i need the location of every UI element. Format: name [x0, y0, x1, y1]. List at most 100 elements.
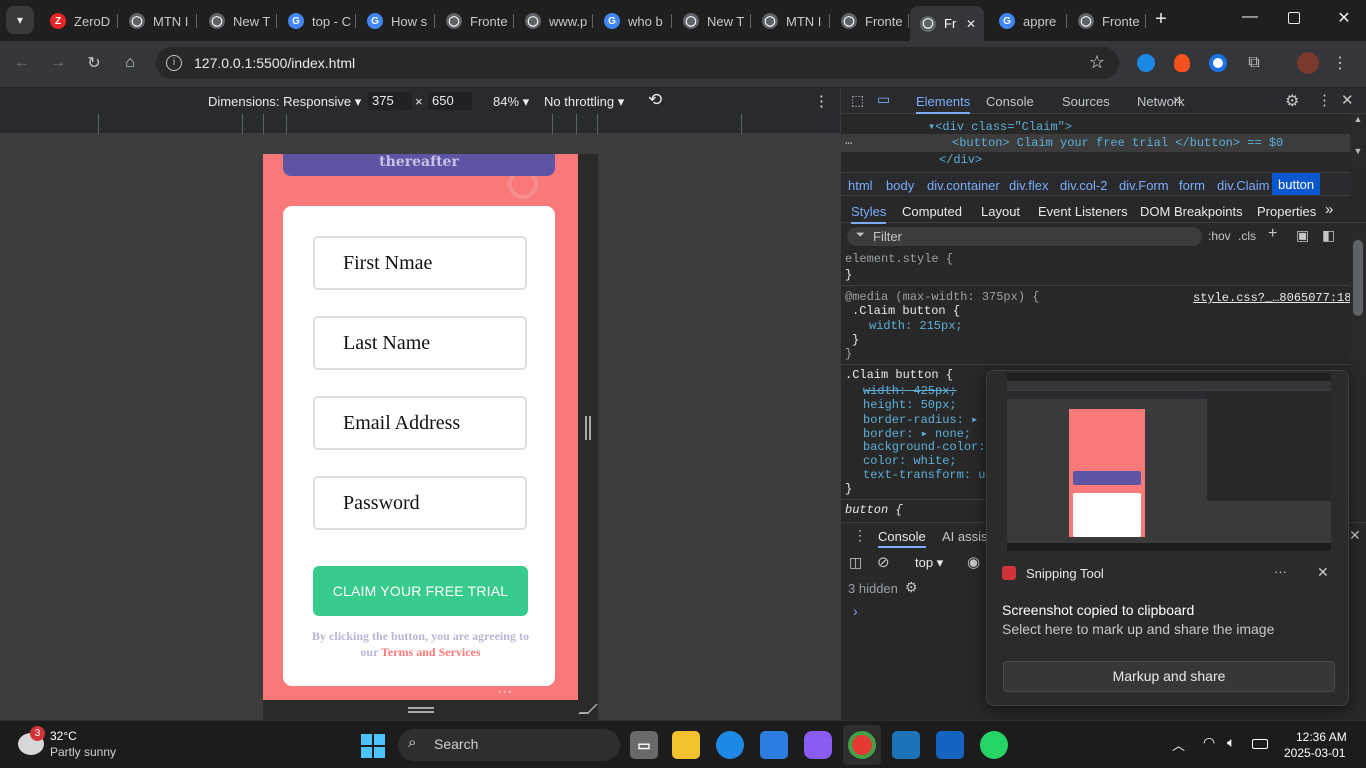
tab-console[interactable]: Console — [986, 94, 1034, 109]
browser-tab[interactable]: ◯ Fronte — [831, 8, 909, 34]
toast-close-icon[interactable]: ✕ — [1317, 564, 1329, 581]
show-hidden-icons-chevron-icon[interactable]: ︿ — [1172, 735, 1185, 754]
email-field[interactable]: Email Address — [313, 396, 527, 450]
task-view-icon[interactable]: ▭ — [630, 731, 658, 759]
close-devtools-icon[interactable]: ✕ — [1341, 91, 1354, 109]
tab-elements[interactable]: Elements — [916, 94, 971, 114]
taskbar-search-box[interactable]: ⌕ Search — [398, 729, 620, 761]
devtools-menu-icon[interactable]: ⋮ — [1317, 91, 1332, 109]
browser-tab[interactable]: ◯ New T — [673, 8, 751, 34]
toast-more-options-icon[interactable]: ··· — [1274, 564, 1287, 579]
settings-gear-icon[interactable]: ⚙ — [1285, 91, 1299, 111]
browser-tab[interactable]: Gwho b — [594, 8, 672, 34]
inspect-element-icon[interactable]: ⬚ — [851, 92, 864, 109]
close-tab-icon[interactable]: ✕ — [966, 17, 976, 31]
cls-toggle[interactable]: .cls — [1238, 229, 1256, 243]
maximize-button[interactable] — [1288, 12, 1300, 24]
edge-icon[interactable] — [716, 731, 744, 759]
wifi-icon[interactable]: ◠ — [1203, 734, 1215, 751]
width-215-declaration[interactable]: width: 215px; — [869, 319, 963, 333]
throttle-dropdown[interactable]: No throttling ▾ — [544, 94, 624, 110]
microsoft-store-icon[interactable] — [760, 731, 788, 759]
start-windows-icon[interactable] — [361, 734, 385, 758]
tab-dom-breakpoints[interactable]: DOM Breakpoints — [1140, 204, 1243, 219]
browser-tab[interactable]: G How s — [357, 8, 435, 34]
text-transform-declaration[interactable]: text-transform: upp — [863, 468, 1000, 482]
claim-free-trial-button[interactable]: CLAIM YOUR FREE TRIAL — [313, 566, 528, 616]
dom-scrollbar[interactable]: ▲ ▼ — [1350, 114, 1366, 170]
resize-handle-right[interactable] — [578, 154, 598, 720]
claim-button-selector-2[interactable]: .Claim button { — [845, 368, 953, 382]
tab-layout[interactable]: Layout — [981, 204, 1020, 219]
screenshot-thumbnail[interactable] — [1007, 373, 1331, 551]
media-query-ruler[interactable] — [0, 114, 840, 134]
breadcrumb-body[interactable]: body — [886, 178, 914, 193]
home-icon[interactable]: ⌂ — [118, 51, 142, 75]
dom-node-close-div[interactable]: </div> — [939, 153, 982, 167]
tab-computed[interactable]: Computed — [902, 204, 962, 219]
dom-node-button[interactable]: <button> Claim your free trial </button>… — [952, 136, 1283, 150]
tab-properties[interactable]: Properties — [1257, 204, 1316, 219]
breadcrumb-html[interactable]: html — [848, 178, 873, 193]
breadcrumb-claim[interactable]: div.Claim — [1217, 178, 1270, 193]
breadcrumb-form-div[interactable]: div.Form — [1119, 178, 1169, 193]
browser-tab[interactable]: Gappre — [989, 8, 1067, 34]
profile-avatar[interactable] — [1297, 52, 1319, 74]
height-declaration[interactable]: height: 50px; — [863, 398, 957, 412]
drawer-menu-icon[interactable]: ⋮ — [853, 527, 867, 544]
border-radius-declaration[interactable]: border-radius: ▸ 10 — [863, 412, 1000, 427]
volume-icon[interactable]: 🔈︎ — [1227, 734, 1235, 751]
dom-node-claim-div[interactable]: ▾<div class="Claim"> — [928, 119, 1072, 134]
extension-icon[interactable] — [1174, 54, 1190, 72]
browser-tab[interactable]: ◯ www.p — [515, 8, 593, 34]
password-field[interactable]: Password — [313, 476, 527, 530]
device-toggle-icon[interactable]: ▭ — [877, 91, 890, 108]
browser-tab[interactable]: ◯ Fronte — [1068, 8, 1146, 34]
extension-icon[interactable] — [1209, 54, 1227, 72]
first-name-field[interactable]: First Nmae — [313, 236, 527, 290]
height-input[interactable]: 650 — [428, 92, 472, 110]
chrome-icon[interactable] — [848, 731, 876, 759]
color-declaration[interactable]: color: white; — [863, 454, 957, 468]
weather-temperature[interactable]: 32°C — [50, 729, 77, 743]
rotate-icon[interactable]: ⟲ — [648, 90, 662, 110]
styles-scrollbar[interactable] — [1350, 232, 1366, 520]
breadcrumb-button[interactable]: button — [1272, 173, 1321, 195]
reload-icon[interactable]: ↻ — [82, 51, 106, 75]
weather-condition[interactable]: Partly sunny — [50, 745, 116, 759]
border-declaration[interactable]: border: ▸ none; — [863, 426, 971, 441]
file-explorer-icon[interactable] — [672, 731, 700, 759]
browser-tab[interactable]: Gtop - C — [278, 8, 356, 34]
console-sidebar-icon[interactable]: ◫ — [849, 554, 862, 571]
stylesheet-source-link[interactable]: style.css?_…8065077:180 — [1193, 291, 1359, 305]
minimize-button[interactable]: — — [1240, 8, 1260, 30]
element-style-rule[interactable]: element.style { — [845, 252, 953, 266]
width-425-declaration[interactable]: width: 425px; — [863, 384, 957, 398]
more-subtabs-chevron-icon[interactable]: » — [1325, 201, 1333, 218]
extensions-puzzle-icon[interactable]: ⧉ — [1242, 51, 1266, 75]
button-selector[interactable]: button { — [845, 503, 903, 517]
drawer-tab-ai-assist[interactable]: AI assist — [942, 529, 991, 544]
close-drawer-icon[interactable]: ✕ — [1349, 527, 1361, 544]
clock-time[interactable]: 12:36 AM — [1296, 730, 1347, 744]
new-style-rule-icon[interactable]: + — [1268, 225, 1277, 243]
resize-handle-bottom[interactable] — [263, 700, 598, 720]
markup-and-share-button[interactable]: Markup and share — [1003, 661, 1335, 692]
browser-tab[interactable]: ◯ MTN I — [752, 8, 830, 34]
browser-tab[interactable]: ◯ Fronte — [436, 8, 514, 34]
live-expression-eye-icon[interactable]: ◉ — [967, 553, 980, 571]
console-settings-gear-icon[interactable]: ⚙ — [905, 579, 918, 596]
browser-tab[interactable]: ◯ Fr ✕ — [910, 6, 984, 41]
clock-date[interactable]: 2025-03-01 — [1284, 746, 1345, 760]
new-tab-button[interactable]: + — [1150, 8, 1172, 30]
breadcrumb-flex[interactable]: div.flex — [1009, 178, 1049, 193]
photos-icon[interactable] — [936, 731, 964, 759]
console-prompt[interactable]: › — [853, 603, 858, 619]
breadcrumb-container[interactable]: div.container — [927, 178, 1000, 193]
whatsapp-icon[interactable] — [980, 731, 1008, 759]
tab-sources[interactable]: Sources — [1062, 94, 1110, 109]
snipping-tool-notification[interactable]: Snipping Tool ··· ✕ Screenshot copied to… — [986, 370, 1349, 706]
tab-search-button[interactable]: ▾ — [6, 6, 34, 34]
more-tabs-chevron-icon[interactable]: » — [1173, 91, 1181, 108]
back-arrow-icon[interactable]: ← — [10, 51, 34, 75]
